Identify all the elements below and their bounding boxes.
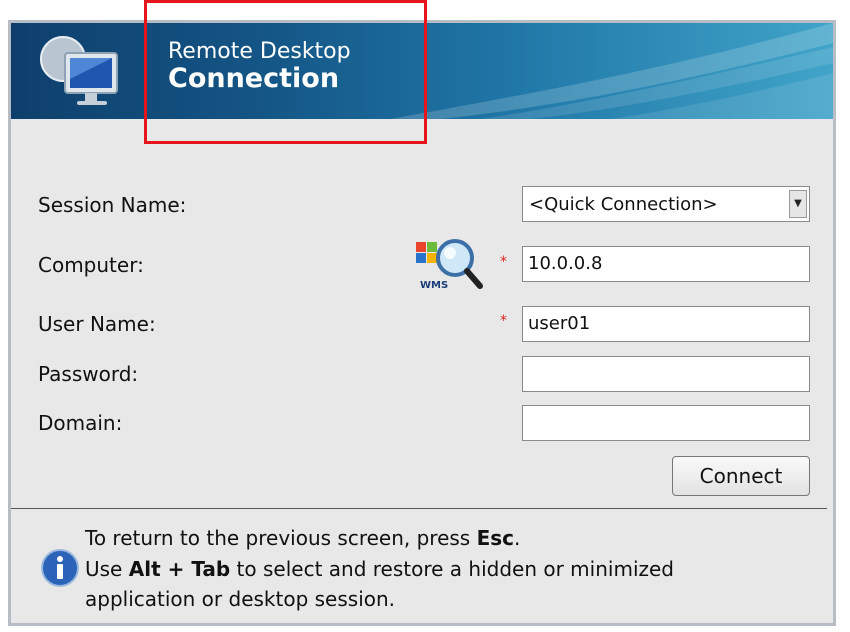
remote-desktop-logo-icon bbox=[40, 36, 118, 105]
title-line-2: Connection bbox=[168, 63, 340, 94]
password-label: Password: bbox=[38, 362, 139, 386]
user-name-required-mark: * bbox=[500, 313, 507, 329]
password-input[interactable] bbox=[522, 356, 810, 392]
domain-input[interactable] bbox=[522, 405, 810, 441]
info-line-1-end: . bbox=[514, 526, 521, 550]
divider bbox=[11, 508, 827, 509]
info-line-1: To return to the previous screen, press … bbox=[85, 526, 520, 550]
alt-tab-key-text: Alt + Tab bbox=[128, 557, 231, 581]
connect-button[interactable]: Connect bbox=[672, 456, 810, 496]
info-line-1-text: To return to the previous screen, press bbox=[85, 526, 477, 550]
user-name-input[interactable]: user01 bbox=[522, 306, 810, 342]
user-name-label: User Name: bbox=[38, 312, 156, 336]
wms-icon-label: WMS bbox=[420, 280, 448, 291]
wms-search-icon[interactable]: WMS bbox=[410, 234, 486, 294]
session-name-label: Session Name: bbox=[38, 193, 187, 217]
info-line-2-start: Use bbox=[85, 557, 129, 581]
info-line-3: application or desktop session. bbox=[85, 587, 396, 611]
session-name-dropdown[interactable]: <Quick Connection> ▼ bbox=[522, 186, 810, 222]
computer-label: Computer: bbox=[38, 253, 144, 277]
computer-input[interactable]: 10.0.0.8 bbox=[522, 246, 810, 282]
dropdown-arrow-icon[interactable]: ▼ bbox=[789, 190, 807, 218]
computer-required-mark: * bbox=[500, 254, 507, 270]
title-line-1: Remote Desktop bbox=[168, 39, 351, 64]
info-icon bbox=[41, 549, 79, 587]
info-line-2-text: to select and restore a hidden or minimi… bbox=[230, 557, 674, 581]
domain-label: Domain: bbox=[38, 411, 123, 435]
esc-key-text: Esc bbox=[476, 526, 515, 550]
header-swoosh-graphic bbox=[391, 23, 833, 119]
session-name-value: <Quick Connection> bbox=[529, 194, 718, 215]
header-banner: Remote Desktop Connection bbox=[11, 23, 833, 119]
info-line-2: Use Alt + Tab to select and restore a hi… bbox=[85, 557, 674, 581]
